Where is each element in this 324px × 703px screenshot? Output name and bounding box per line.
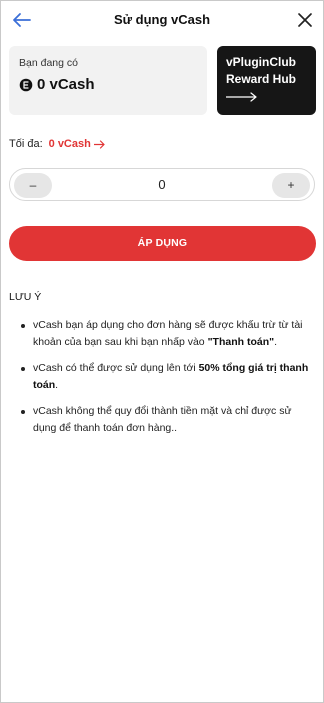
balance-value: 0 vCash <box>37 76 95 93</box>
reward-hub-title: vPluginClub <box>226 55 296 69</box>
vcash-coin-icon <box>19 78 33 92</box>
modal-header: Sử dụng vCash <box>1 1 323 39</box>
decrement-button[interactable]: – <box>14 173 52 198</box>
notes-title: LƯU Ý <box>9 291 42 303</box>
reward-hub-card[interactable]: vPluginClub Reward Hub <box>217 46 316 115</box>
balance-label: Bạn đang có <box>19 57 78 69</box>
max-value-link[interactable]: 0 vCash <box>49 138 106 150</box>
arrow-right-icon <box>93 139 105 149</box>
max-label: Tối đa: <box>9 138 43 150</box>
quantity-stepper: – 0 + <box>9 168 315 201</box>
note-item: vCash bạn áp dụng cho đơn hàng sẽ được k… <box>9 317 313 350</box>
note-emphasis: "Thanh toán" <box>207 335 275 348</box>
note-text-end: . <box>274 335 278 348</box>
arrow-right-long-icon <box>226 92 257 102</box>
reward-hub-subtitle: Reward Hub <box>226 72 297 86</box>
close-icon <box>298 13 312 27</box>
note-item: vCash không thể quy đổi thành tiền mặt v… <box>9 403 313 436</box>
max-row: Tối đa: 0 vCash <box>9 138 106 150</box>
bullet-dot <box>21 324 25 328</box>
note-text: vCash không thể quy đổi thành tiền mặt v… <box>33 405 292 434</box>
quantity-value[interactable]: 0 <box>60 169 264 200</box>
note-item: vCash có thể được sử dụng lên tới 50% tổ… <box>9 360 313 393</box>
note-text: vCash có thể được sử dụng lên tới <box>33 362 199 374</box>
page-title: Sử dụng vCash <box>113 12 211 27</box>
close-button[interactable] <box>297 12 313 28</box>
vcash-modal: Sử dụng vCash Bạn đang có 0 vCash vPlugi… <box>0 0 324 703</box>
bullet-dot <box>21 410 25 414</box>
max-value: 0 vCash <box>48 138 91 150</box>
increment-button[interactable]: + <box>272 173 310 198</box>
note-text-end: . <box>55 378 59 391</box>
apply-button[interactable]: ÁP DỤNG <box>9 226 316 261</box>
notes-list: vCash bạn áp dụng cho đơn hàng sẽ được k… <box>9 317 313 446</box>
balance-card: Bạn đang có 0 vCash <box>9 46 207 115</box>
bullet-dot <box>21 367 25 371</box>
